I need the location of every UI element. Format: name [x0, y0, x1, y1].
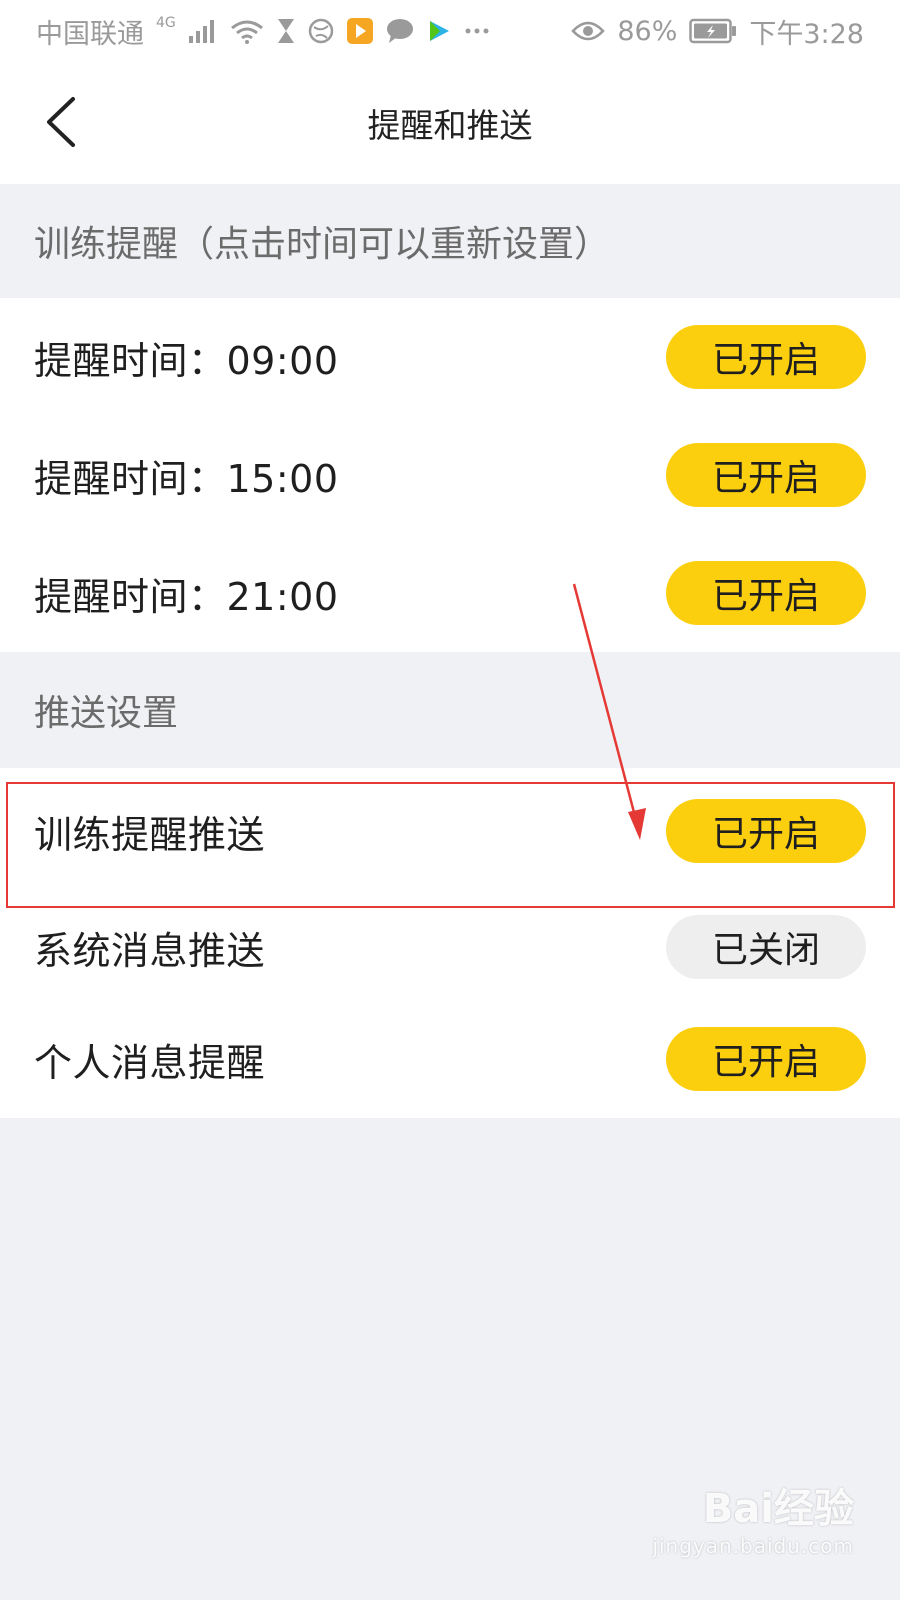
push-toggle-button[interactable]: 已关闭 [666, 915, 866, 979]
push-setting-row-training[interactable]: 训练提醒推送 已开启 [0, 768, 900, 894]
watermark-logo: Bai经验 [699, 1476, 854, 1534]
section-title: 推送设置 [34, 693, 179, 734]
push-setting-row-system[interactable]: 系统消息推送 已关闭 [0, 894, 900, 1000]
page-title: 提醒和推送 [367, 106, 533, 145]
reminder-time-label[interactable]: 提醒时间：15:00 [34, 448, 339, 503]
push-setting-label: 个人消息提醒 [34, 1040, 266, 1085]
section-header-push-settings: 推送设置 [0, 652, 900, 768]
carrier-name: 中国联通 [36, 18, 144, 50]
navigation-bar: 提醒和推送 [0, 62, 900, 184]
section-title: 训练提醒（点击时间可以重新设置） [34, 224, 611, 265]
battery-icon [689, 18, 737, 44]
battery-percent: 86% [617, 15, 678, 47]
push-setting-label: 系统消息推送 [34, 928, 266, 973]
push-setting-row-personal[interactable]: 个人消息提醒 已开启 [0, 1000, 900, 1118]
reminder-time-label[interactable]: 提醒时间：09:00 [34, 330, 339, 385]
push-toggle-button[interactable]: 已开启 [666, 799, 866, 863]
reminder-toggle-button[interactable]: 已开启 [666, 443, 866, 507]
reminder-time-row[interactable]: 提醒时间：09:00 已开启 [0, 298, 900, 416]
reminder-time-label[interactable]: 提醒时间：21:00 [34, 566, 339, 621]
eye-icon [571, 19, 606, 43]
push-setting-label: 训练提醒推送 [34, 812, 266, 857]
network-type-icon: 4G [156, 15, 176, 31]
video-app-icon [346, 17, 374, 45]
watermark: Bai经验 jingyan.baidu.com [652, 1476, 854, 1558]
status-right: 86% 下午3:28 [571, 12, 864, 51]
push-toggle-button[interactable]: 已开启 [666, 1027, 866, 1091]
section-header-training-reminder: 训练提醒（点击时间可以重新设置） [0, 184, 900, 298]
chat-bubble-icon [386, 18, 414, 44]
watermark-logo-text: Bai经验 [702, 1486, 854, 1532]
more-dots-icon [464, 27, 490, 35]
browser-globe-icon [308, 18, 334, 44]
reminder-time-row[interactable]: 提醒时间：21:00 已开启 [0, 534, 900, 652]
watermark-url: jingyan.baidu.com [652, 1534, 854, 1558]
wifi-icon [230, 18, 264, 44]
training-reminder-list: 提醒时间：09:00 已开启 提醒时间：15:00 已开启 提醒时间：21:00… [0, 298, 900, 652]
play-triangle-icon [426, 18, 452, 44]
status-left: 中国联通 4G [36, 12, 490, 51]
status-bar: 中国联通 4G 86% 下午3:28 [0, 0, 900, 62]
hourglass-icon [276, 18, 296, 44]
reminder-time-row[interactable]: 提醒时间：15:00 已开启 [0, 416, 900, 534]
reminder-toggle-button[interactable]: 已开启 [666, 561, 866, 625]
reminder-toggle-button[interactable]: 已开启 [666, 325, 866, 389]
clock: 下午3:28 [749, 18, 864, 50]
push-settings-list: 训练提醒推送 已开启 系统消息推送 已关闭 个人消息提醒 已开启 [0, 768, 900, 1118]
signal-icon [188, 18, 218, 44]
